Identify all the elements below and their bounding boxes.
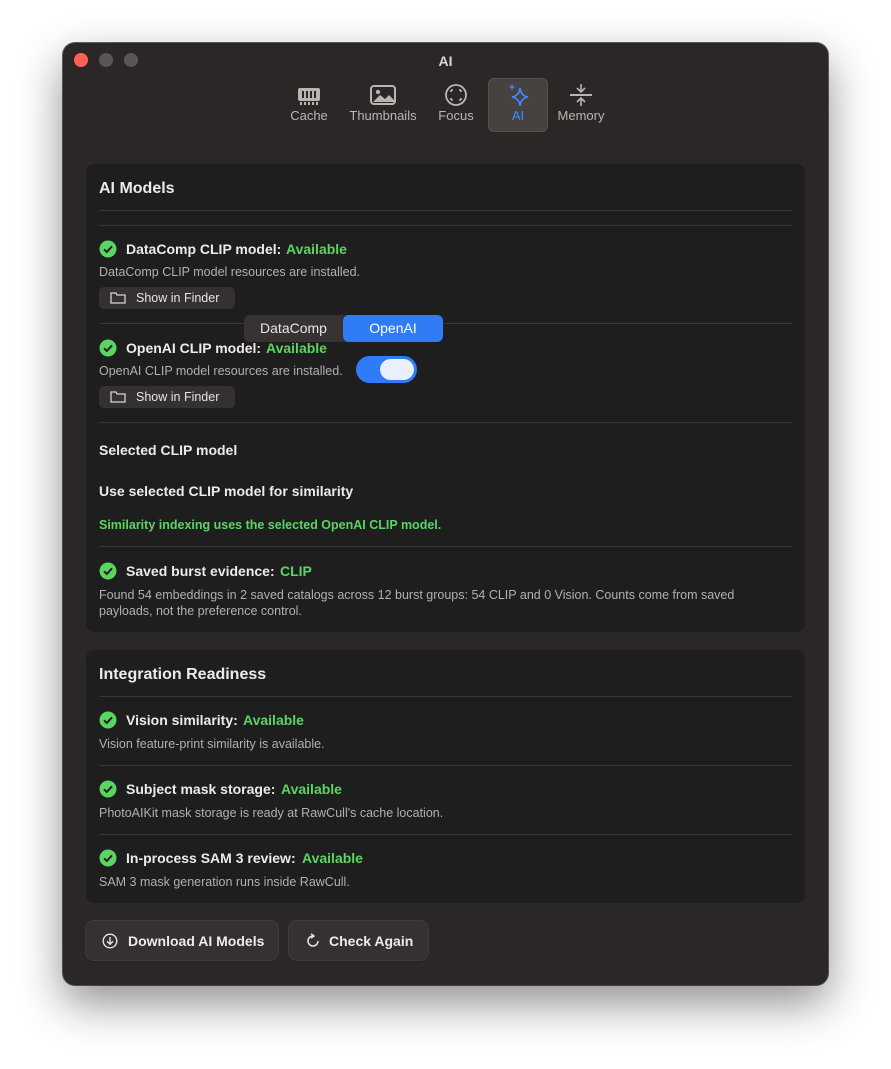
tab-ai-label: AI — [511, 108, 525, 123]
vision-similarity-label: Vision similarity: — [126, 712, 238, 728]
checkmark-circle-icon — [99, 711, 117, 729]
datacomp-show-in-finder-label: Show in Finder — [136, 291, 220, 305]
download-ai-models-label: Download AI Models — [128, 933, 265, 949]
compress-arrows-icon — [570, 84, 592, 106]
selected-clip-model-label: Selected CLIP model — [99, 442, 238, 458]
divider — [99, 546, 792, 547]
integration-readiness-panel: Integration Readiness Vision similarity:… — [86, 650, 805, 903]
checkmark-circle-icon — [99, 240, 117, 258]
clip-model-segmented-control: DataComp OpenAI — [244, 315, 443, 342]
tab-ai[interactable]: AI — [488, 78, 548, 132]
checkmark-circle-icon — [99, 780, 117, 798]
divider — [99, 225, 792, 226]
sam3-review-label: In-process SAM 3 review: — [126, 850, 296, 866]
segment-datacomp[interactable]: DataComp — [244, 315, 343, 342]
datacomp-description: DataComp CLIP model resources are instal… — [99, 265, 361, 279]
window-title: AI — [438, 53, 453, 69]
title-bar: AI — [63, 43, 828, 79]
divider — [99, 696, 792, 697]
similarity-toggle-label: Use selected CLIP model for similarity — [99, 483, 354, 499]
folder-icon — [110, 292, 126, 304]
subject-mask-label: Subject mask storage: — [126, 781, 276, 797]
segment-openai[interactable]: OpenAI — [343, 315, 443, 342]
tab-thumbnails-label: Thumbnails — [349, 108, 417, 123]
burst-description: Found 54 embeddings in 2 saved catalogs … — [99, 588, 735, 618]
integration-title: Integration Readiness — [99, 666, 267, 683]
check-again-button[interactable]: Check Again — [289, 921, 428, 960]
tab-cache[interactable]: Cache — [284, 78, 334, 132]
openai-status: Available — [266, 340, 327, 356]
checkmark-circle-icon — [99, 562, 117, 580]
download-ai-models-button[interactable]: Download AI Models — [86, 921, 278, 960]
focus-viewfinder-icon — [445, 84, 467, 106]
burst-label: Saved burst evidence: — [126, 563, 275, 579]
divider — [99, 210, 792, 211]
openai-description: OpenAI CLIP model resources are installe… — [99, 364, 343, 378]
refresh-icon — [307, 933, 319, 947]
burst-status-row: Saved burst evidence: CLIP — [99, 561, 499, 581]
divider — [99, 323, 792, 324]
subject-mask-row: Subject mask storage: Available — [99, 779, 499, 799]
settings-toolbar: Cache Thumbnails Focus AI Memory — [63, 78, 828, 134]
tab-focus-label: Focus — [438, 108, 474, 123]
divider — [99, 834, 792, 835]
memory-chip-icon — [298, 88, 320, 105]
openai-label: OpenAI CLIP model: — [126, 340, 262, 356]
toggle-knob — [380, 359, 414, 380]
vision-similarity-description: Vision feature-print similarity is avail… — [99, 737, 325, 751]
photo-icon — [370, 85, 396, 105]
sparkles-icon — [508, 83, 529, 106]
ai-models-title: AI Models — [99, 180, 175, 197]
sam3-review-status: Available — [302, 850, 363, 866]
tab-thumbnails[interactable]: Thumbnails — [346, 78, 420, 132]
tab-memory-label: Memory — [557, 108, 605, 123]
datacomp-status-row: DataComp CLIP model: Available — [99, 239, 499, 259]
folder-icon — [110, 391, 126, 403]
similarity-note: Similarity indexing uses the selected Op… — [99, 518, 442, 532]
tab-memory[interactable]: Memory — [556, 78, 606, 132]
check-again-label: Check Again — [329, 933, 414, 949]
similarity-toggle-switch[interactable] — [356, 356, 417, 383]
settings-window: AI Cache Thumbnails Focus AI Memory AI M… — [63, 43, 828, 985]
vision-similarity-status: Available — [243, 712, 304, 728]
burst-status: CLIP — [280, 563, 312, 579]
divider — [99, 422, 792, 423]
checkmark-circle-icon — [99, 849, 117, 867]
openai-show-in-finder-button[interactable]: Show in Finder — [99, 386, 235, 408]
sam3-review-description: SAM 3 mask generation runs inside RawCul… — [99, 875, 350, 889]
vision-similarity-row: Vision similarity: Available — [99, 710, 499, 730]
download-circle-icon — [102, 933, 118, 949]
datacomp-show-in-finder-button[interactable]: Show in Finder — [99, 287, 235, 309]
divider — [99, 765, 792, 766]
datacomp-label: DataComp CLIP model: — [126, 241, 282, 257]
subject-mask-description: PhotoAIKit mask storage is ready at RawC… — [99, 806, 444, 820]
subject-mask-status: Available — [281, 781, 342, 797]
datacomp-status: Available — [286, 241, 347, 257]
tab-focus[interactable]: Focus — [432, 78, 480, 132]
checkmark-circle-icon — [99, 339, 117, 357]
ai-models-panel: AI Models DataComp CLIP model: Available… — [86, 164, 805, 632]
openai-show-in-finder-label: Show in Finder — [136, 390, 220, 404]
tab-cache-label: Cache — [290, 108, 328, 123]
sam3-review-row: In-process SAM 3 review: Available — [99, 848, 499, 868]
